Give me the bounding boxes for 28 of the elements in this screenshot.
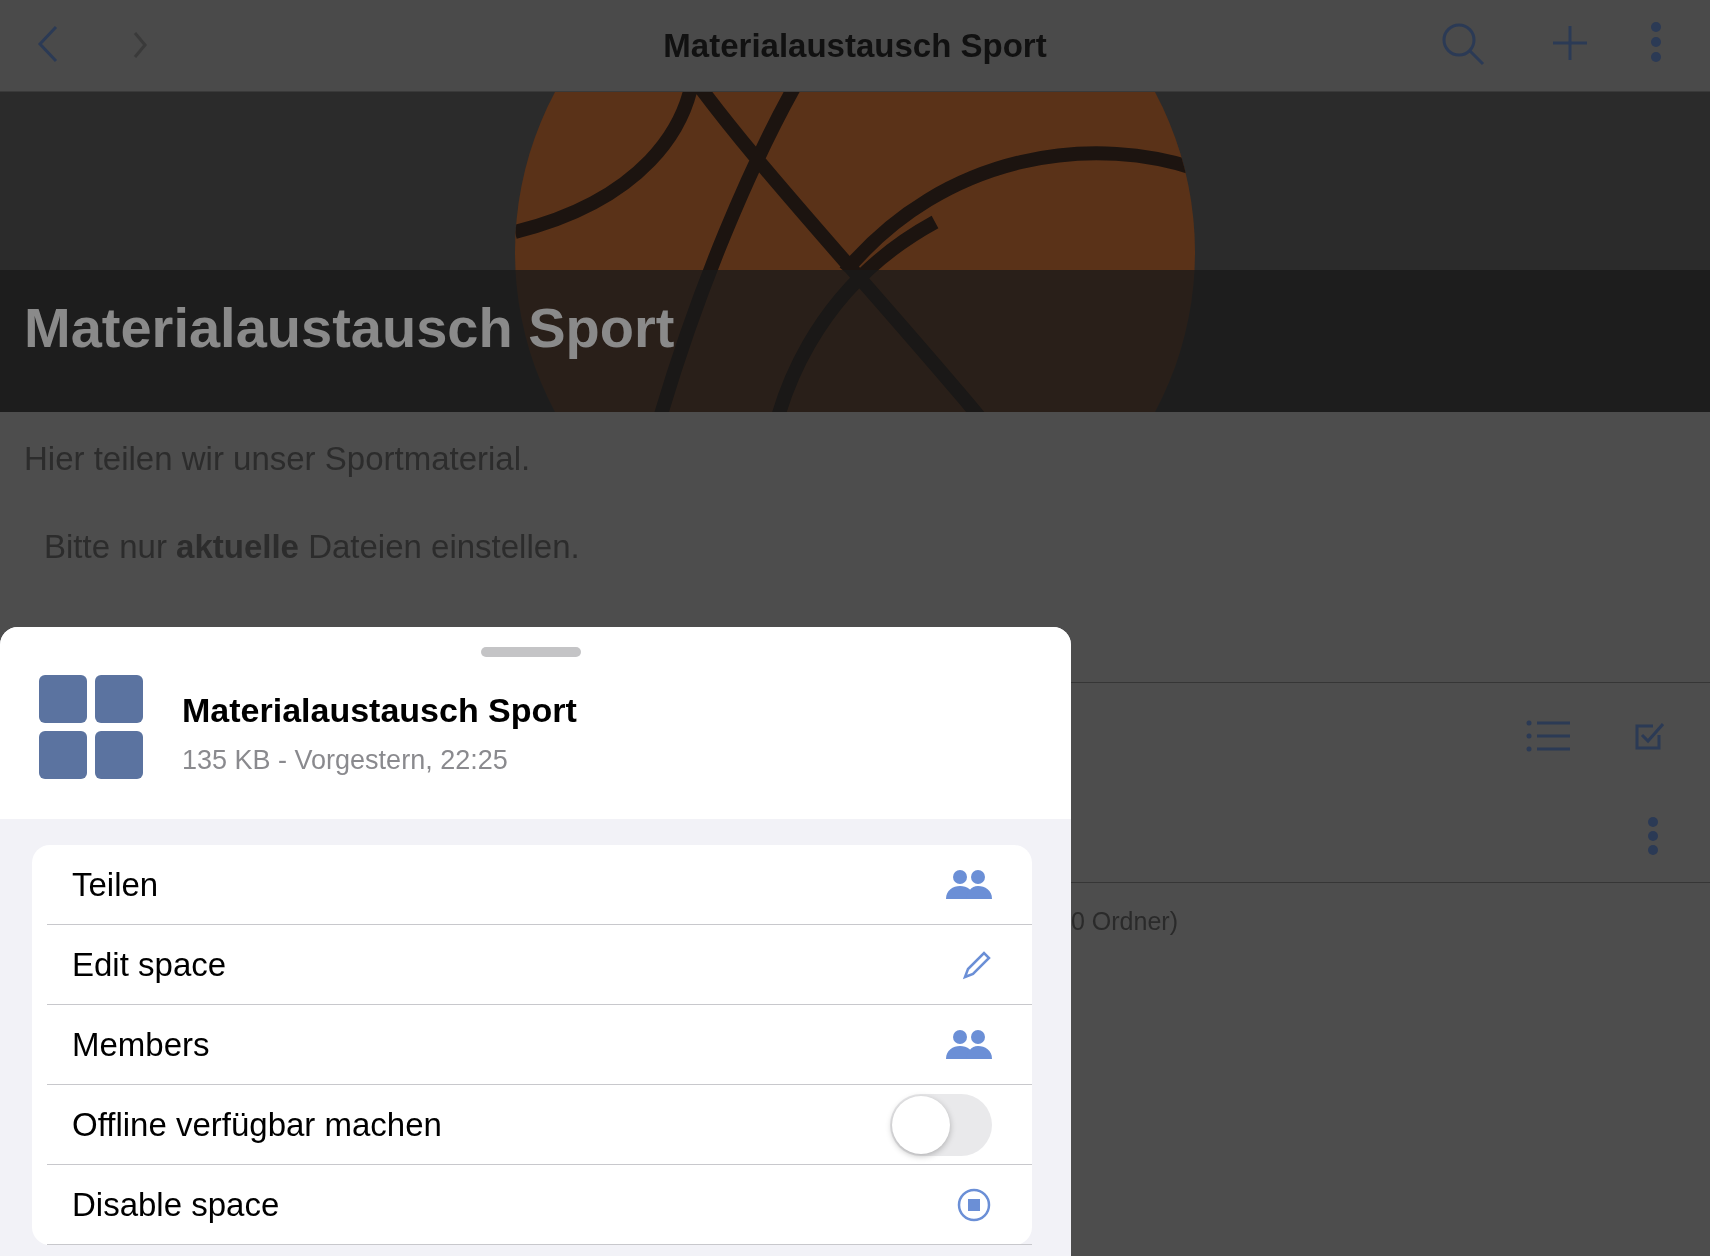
sheet-title: Materialaustausch Sport (182, 690, 577, 731)
toggle-switch[interactable] (890, 1093, 992, 1156)
pencil-icon (962, 949, 992, 980)
action-label: Teilen (71, 864, 159, 905)
people-icon (946, 868, 992, 901)
more-icon[interactable] (1647, 815, 1659, 856)
sheet-subtitle: 135 KB - Vorgestern, 22:25 (182, 744, 509, 777)
checkbox-icon[interactable] (1634, 721, 1664, 751)
stop-circle-icon (956, 1186, 992, 1223)
action-label: Disable space (71, 1184, 280, 1225)
back-icon[interactable] (36, 24, 60, 64)
action-row[interactable]: Teilen (47, 845, 1032, 925)
action-row[interactable]: Edit space (47, 925, 1032, 1005)
action-row[interactable]: Members (47, 1005, 1032, 1085)
action-label: Edit space (71, 944, 227, 985)
action-row[interactable]: Offline verfügbar machen (47, 1085, 1032, 1165)
more-icon[interactable] (1648, 22, 1664, 62)
people-icon (946, 1028, 992, 1061)
space-title: Materialaustausch Sport (24, 295, 675, 361)
grid-icon (39, 675, 143, 779)
action-label: Offline verfügbar machen (71, 1104, 442, 1145)
list-icon[interactable] (1526, 720, 1570, 752)
window-title: Materialaustausch Sport (663, 25, 1047, 66)
grabber-handle[interactable] (481, 647, 581, 657)
action-label: Members (71, 1024, 210, 1065)
add-icon[interactable] (1552, 25, 1588, 61)
search-icon[interactable] (1440, 22, 1486, 66)
action-row[interactable]: Disable space (47, 1165, 1032, 1245)
